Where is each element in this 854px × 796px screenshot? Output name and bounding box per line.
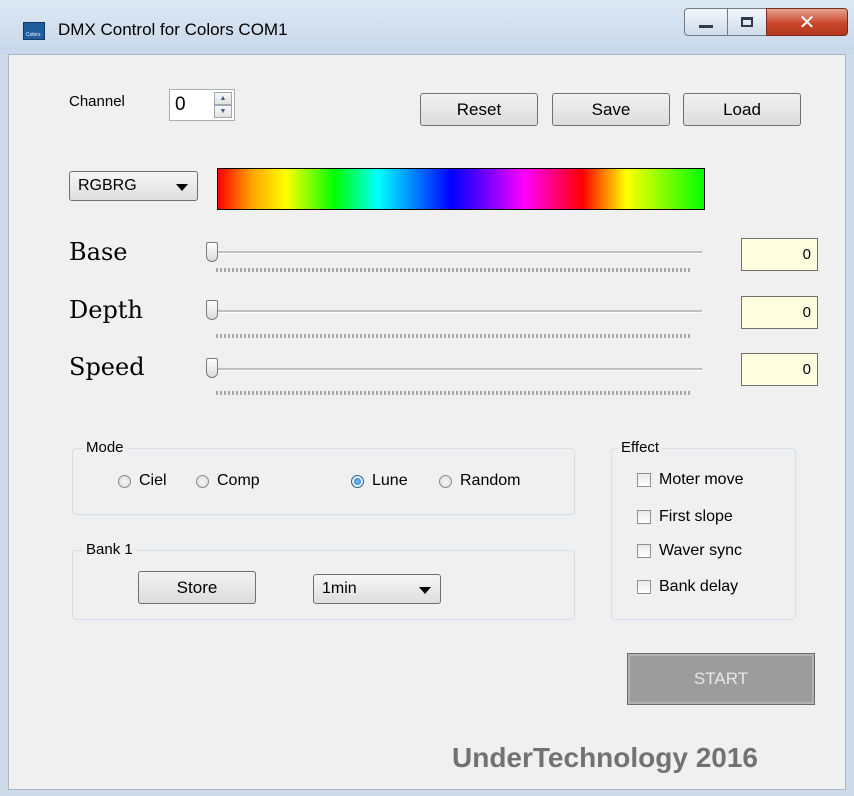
app-logo-text: Colors bbox=[26, 32, 41, 38]
start-button[interactable]: START bbox=[627, 653, 815, 705]
interval-select[interactable]: 1min bbox=[313, 574, 441, 604]
depth-slider-ticks bbox=[216, 334, 692, 338]
maximize-icon bbox=[741, 17, 753, 27]
load-button[interactable]: Load bbox=[683, 93, 801, 126]
mode-radio-label: Comp bbox=[217, 472, 260, 489]
mode-radio-lune[interactable]: Lune bbox=[351, 472, 408, 490]
effect-group-title: Effect bbox=[618, 439, 663, 456]
stepper-down-icon[interactable]: ▼ bbox=[214, 105, 232, 118]
close-button[interactable]: ✕ bbox=[766, 8, 848, 36]
minimize-icon bbox=[699, 24, 713, 28]
base-slider-track[interactable] bbox=[216, 251, 702, 254]
pattern-select-value: RGBRG bbox=[78, 177, 137, 194]
checkbox-icon bbox=[637, 510, 651, 524]
checkbox-icon bbox=[637, 580, 651, 594]
reset-button[interactable]: Reset bbox=[420, 93, 538, 126]
radio-selected-icon bbox=[351, 474, 364, 488]
depth-label: Depth bbox=[69, 296, 143, 324]
radio-icon bbox=[118, 474, 131, 488]
effect-check-label: Bank delay bbox=[659, 578, 739, 595]
depth-slider-track[interactable] bbox=[216, 310, 702, 313]
effect-check-bank-delay[interactable]: Bank delay bbox=[637, 578, 738, 596]
effect-check-label: Waver sync bbox=[659, 542, 742, 559]
effect-check-label: First slope bbox=[659, 508, 733, 525]
base-label: Base bbox=[69, 238, 128, 266]
mode-radio-random[interactable]: Random bbox=[439, 472, 520, 490]
speed-label: Speed bbox=[69, 353, 145, 381]
channel-stepper-buttons: ▲ ▼ bbox=[214, 92, 232, 118]
app-logo-icon: Colors bbox=[23, 22, 45, 40]
window-title: DMX Control for Colors COM1 bbox=[58, 20, 288, 39]
stepper-up-icon[interactable]: ▲ bbox=[214, 92, 232, 105]
mode-radio-ciel[interactable]: Ciel bbox=[118, 472, 167, 490]
depth-value: 0 bbox=[741, 296, 818, 329]
base-value: 0 bbox=[741, 238, 818, 271]
mode-radio-label: Ciel bbox=[139, 472, 167, 489]
effect-check-label: Moter move bbox=[659, 471, 744, 488]
mode-radio-label: Random bbox=[460, 472, 521, 489]
checkbox-icon bbox=[637, 544, 651, 558]
speed-slider-ticks bbox=[216, 391, 692, 395]
radio-icon bbox=[439, 474, 452, 488]
effect-check-moter-move[interactable]: Moter move bbox=[637, 471, 743, 489]
color-spectrum-preview bbox=[217, 168, 705, 210]
channel-value[interactable]: 0 bbox=[175, 94, 186, 116]
radio-icon bbox=[196, 474, 209, 488]
app-window: Colors DMX Control for Colors COM1 ✕ Cha… bbox=[0, 0, 854, 796]
chevron-down-icon bbox=[176, 184, 188, 191]
channel-stepper[interactable]: 0 ▲ ▼ bbox=[169, 89, 235, 121]
bank-group-title: Bank 1 bbox=[83, 541, 136, 558]
maximize-button[interactable] bbox=[727, 8, 767, 36]
pattern-select[interactable]: RGBRG bbox=[69, 171, 198, 201]
base-slider-ticks bbox=[216, 268, 692, 272]
checkbox-icon bbox=[637, 473, 651, 487]
brand-footer: UnderTechnology 2016 bbox=[452, 742, 759, 773]
mode-group-title: Mode bbox=[83, 439, 127, 456]
save-button[interactable]: Save bbox=[552, 93, 670, 126]
close-icon: ✕ bbox=[798, 10, 816, 34]
depth-slider-thumb[interactable] bbox=[206, 300, 218, 320]
base-slider-thumb[interactable] bbox=[206, 242, 218, 262]
effect-check-waver-sync[interactable]: Waver sync bbox=[637, 542, 742, 560]
channel-label: Channel bbox=[69, 93, 125, 110]
interval-select-value: 1min bbox=[322, 580, 357, 597]
store-button[interactable]: Store bbox=[138, 571, 256, 604]
speed-slider-thumb[interactable] bbox=[206, 358, 218, 378]
speed-slider-track[interactable] bbox=[216, 368, 702, 371]
title-bar[interactable]: Colors DMX Control for Colors COM1 ✕ bbox=[0, 0, 854, 54]
chevron-down-icon bbox=[419, 587, 431, 594]
speed-value: 0 bbox=[741, 353, 818, 386]
mode-radio-label: Lune bbox=[372, 472, 408, 489]
minimize-button[interactable] bbox=[684, 8, 728, 36]
mode-radio-comp[interactable]: Comp bbox=[196, 472, 260, 490]
effect-check-first-slope[interactable]: First slope bbox=[637, 508, 733, 526]
